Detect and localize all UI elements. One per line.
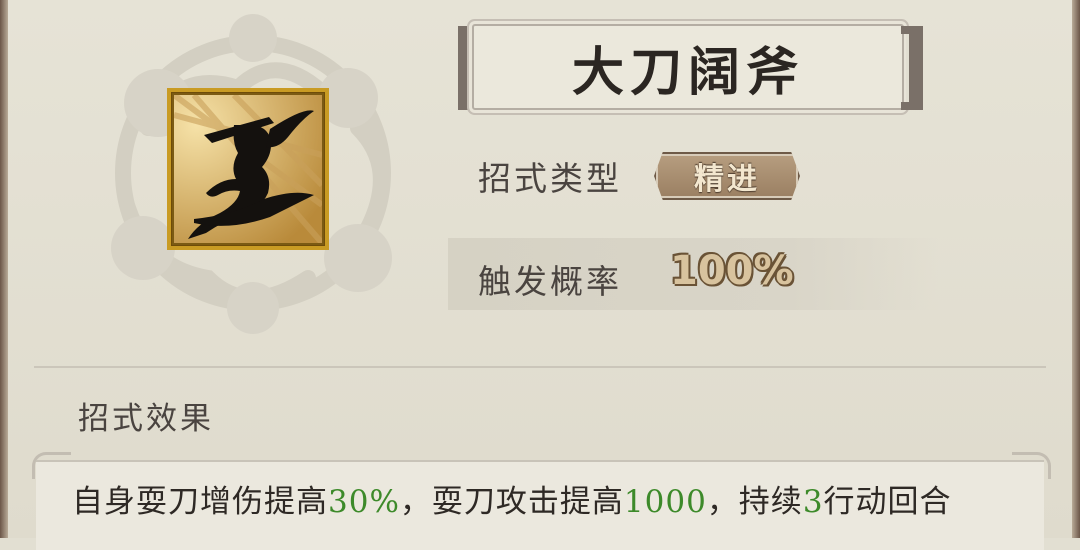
effect-highlight-value: 3 <box>802 484 824 520</box>
trigger-chance-value: 100% <box>670 248 794 294</box>
swordsman-silhouette-icon <box>172 92 325 245</box>
skill-type-label: 招式类型 <box>478 159 622 198</box>
effect-text-part: 行动回合 <box>823 484 952 520</box>
skill-type-badge: 精进 <box>654 152 800 200</box>
effect-highlight-value: 30% <box>328 484 400 520</box>
panel-frame-left <box>0 0 8 538</box>
skill-type-value: 精进 <box>694 162 760 197</box>
skill-title: 大刀阔斧 <box>571 41 804 103</box>
effect-text-part: ，持续 <box>706 484 803 520</box>
trigger-chance-label: 触发概率 <box>478 262 622 301</box>
title-bracket-right <box>901 26 923 110</box>
skill-title-plate: 大刀阔斧 <box>472 24 904 110</box>
effect-text-part: 自身耍刀增伤提高 <box>72 484 328 520</box>
effect-description: 自身耍刀增伤提高30%，耍刀攻击提高1000，持续3行动回合 <box>72 476 952 521</box>
skill-icon <box>167 88 329 250</box>
panel-frame-right <box>1072 0 1080 538</box>
effect-text-part: ，耍刀攻击提高 <box>399 484 624 520</box>
effect-highlight-value: 1000 <box>623 484 707 520</box>
section-divider <box>34 366 1046 368</box>
effect-heading: 招式效果 <box>78 401 214 437</box>
